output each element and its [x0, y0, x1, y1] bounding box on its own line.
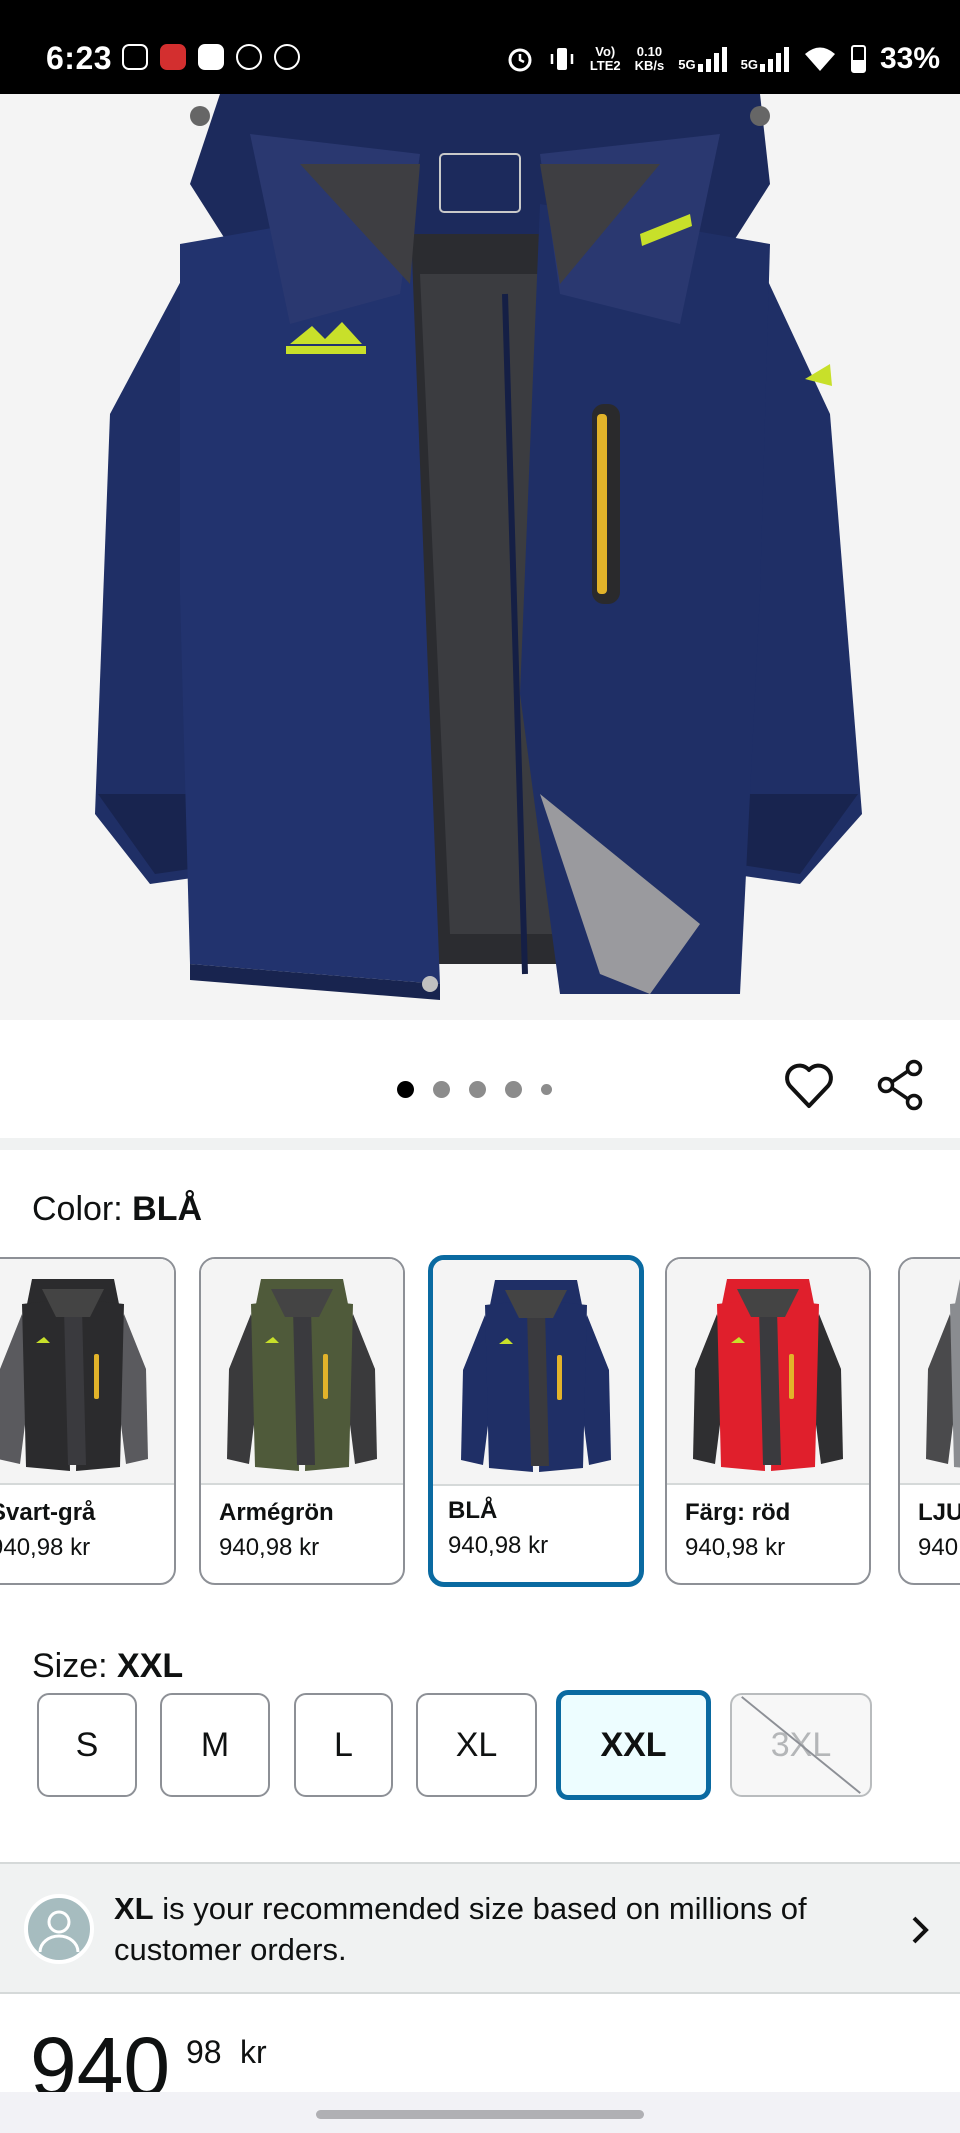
swatch-image	[0, 1259, 174, 1485]
color-swatches: Svart-grå 940,98 kr Armégrön 940,98 kr B…	[0, 1255, 960, 1587]
color-swatch-farg-rod[interactable]: Färg: röd 940,98 kr	[665, 1257, 871, 1585]
mail-icon	[198, 44, 224, 70]
swatch-price: 940,98 kr	[0, 1534, 91, 1561]
instagram-icon	[122, 44, 148, 70]
heart-icon	[785, 1063, 833, 1108]
alarm-icon	[508, 48, 532, 72]
recommendation-text: XL is your recommended size based on mil…	[114, 1891, 807, 1967]
gallery-dot[interactable]	[541, 1084, 552, 1095]
size-label: Size: XXL	[32, 1647, 184, 1685]
section-divider	[0, 1138, 960, 1150]
network-speed: 0.10 KB/s	[634, 44, 665, 73]
selected-color: BLÅ	[132, 1190, 203, 1228]
size-option-3xl-unavailable[interactable]: 3XL	[730, 1693, 872, 1797]
signal-1: 5G	[678, 46, 727, 72]
swatch-name: LJU	[918, 1499, 960, 1526]
color-label: Color: BLÅ	[32, 1190, 203, 1228]
size-option-xl[interactable]: XL	[416, 1693, 537, 1797]
swatch-image	[900, 1259, 960, 1485]
size-option-s[interactable]: S	[37, 1693, 137, 1797]
volte-indicator: Vo) LTE2	[589, 44, 621, 73]
product-image[interactable]	[0, 94, 960, 1020]
vibrate-icon	[550, 48, 574, 70]
size-recommendation-banner[interactable]: XL is your recommended size based on mil…	[0, 1862, 960, 1994]
swatch-image	[201, 1259, 403, 1485]
color-swatch-lju[interactable]: LJU 940	[898, 1257, 960, 1585]
status-time: 6:23	[46, 40, 113, 76]
swatch-name: BLÅ	[448, 1497, 498, 1524]
user-avatar-icon	[24, 1894, 94, 1964]
wifi-icon	[804, 47, 835, 71]
home-indicator[interactable]	[316, 2110, 644, 2119]
price-currency: kr	[240, 2034, 267, 2070]
size-option-xxl[interactable]: XXL	[556, 1690, 711, 1800]
color-swatch-bla[interactable]: BLÅ 940,98 kr	[428, 1255, 644, 1587]
swatch-price: 940,98 kr	[219, 1534, 320, 1561]
swatch-price: 940,98 kr	[448, 1532, 549, 1559]
swatch-price: 940,98 kr	[685, 1534, 786, 1561]
jacket-illustration	[0, 94, 960, 1020]
signal-2: 5G	[741, 46, 789, 72]
wishlist-button[interactable]	[782, 1058, 836, 1112]
battery-icon	[850, 45, 866, 73]
selected-size: XXL	[117, 1647, 184, 1685]
notification-icons	[122, 44, 300, 70]
gesture-navigation-bar	[0, 2092, 960, 2133]
share-button[interactable]	[874, 1058, 928, 1112]
swatch-name: Armégrön	[219, 1499, 334, 1526]
gallery-dot[interactable]	[469, 1081, 486, 1098]
recommended-size: XL	[114, 1891, 154, 1926]
share-icon	[877, 1059, 923, 1111]
swatch-image	[433, 1260, 639, 1486]
alert-icon	[274, 44, 300, 70]
gallery-dot[interactable]	[505, 1081, 522, 1098]
system-indicators: Vo) LTE2 0.10 KB/s 5G 5G 33%	[506, 42, 940, 76]
flipboard-icon	[160, 44, 186, 70]
battery-percent: 33%	[879, 42, 940, 75]
swatch-name: Färg: röd	[685, 1499, 791, 1526]
size-option-l[interactable]: L	[294, 1693, 393, 1797]
chevron-right-icon	[912, 1916, 929, 1944]
status-bar: 6:23 Vo) LTE2 0.10 KB/s 5G 5G 33%	[0, 0, 960, 94]
gallery-dot[interactable]	[433, 1081, 450, 1098]
swatch-name: Svart-grå	[0, 1499, 96, 1526]
color-swatch-armegron[interactable]: Armégrön 940,98 kr	[199, 1257, 405, 1585]
gallery-dot[interactable]	[397, 1081, 414, 1098]
swatch-image	[667, 1259, 869, 1485]
color-swatch-svart-gra[interactable]: Svart-grå 940,98 kr	[0, 1257, 176, 1585]
price-fraction: 98	[186, 2034, 222, 2070]
gallery-pagination[interactable]	[397, 1081, 552, 1098]
unavailable-strike	[741, 1696, 861, 1794]
pinterest-icon	[236, 44, 262, 70]
size-option-m[interactable]: M	[160, 1693, 270, 1797]
swatch-price: 940	[918, 1534, 959, 1561]
